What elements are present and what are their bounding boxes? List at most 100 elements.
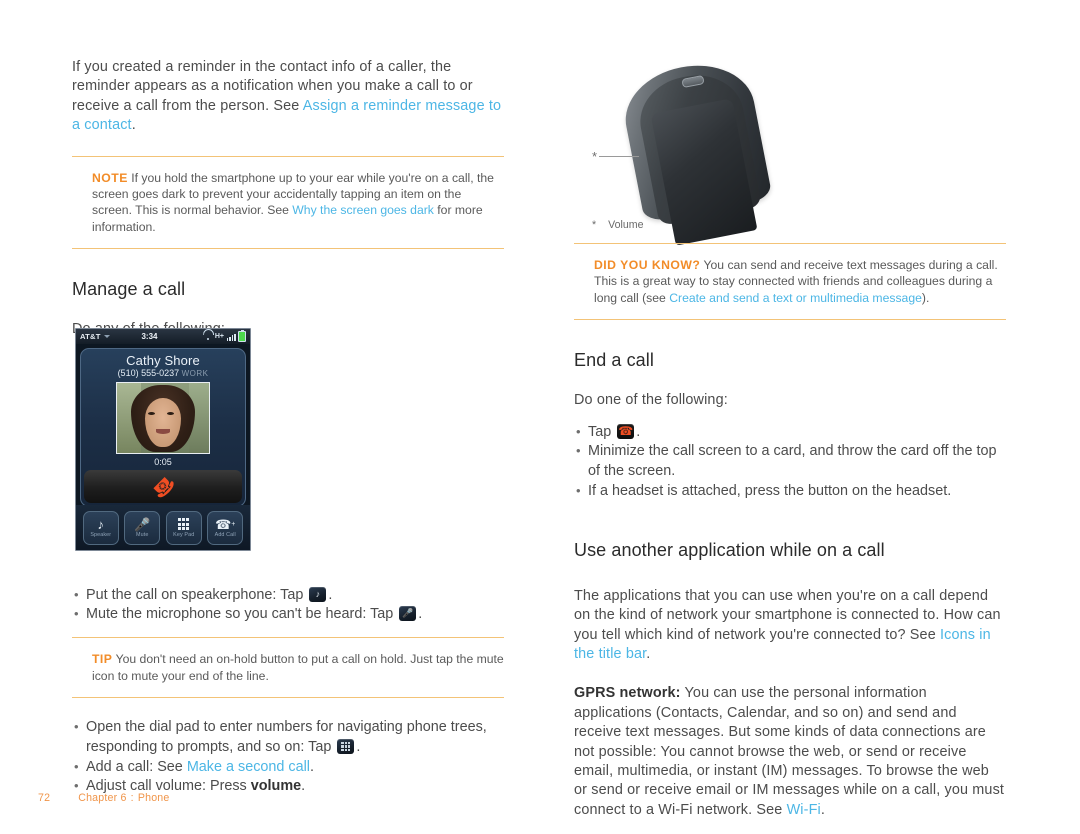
list-item: Tap ☎. (574, 422, 1006, 443)
list-item: Open the dial pad to enter numbers for n… (72, 717, 504, 758)
keypad-button[interactable]: Key Pad (165, 510, 202, 545)
link-make-second-call[interactable]: Make a second call (187, 759, 310, 775)
bullet5-bold: volume (250, 778, 302, 795)
caption-marker: * (592, 219, 597, 231)
mute-icon: 🎤 (399, 606, 417, 622)
footer-chapter: Chapter 6 (78, 792, 127, 804)
paragraph-network-kind: The applications that you can use when y… (574, 587, 1006, 665)
list-item: Mute the microphone so you can't be hear… (72, 604, 504, 625)
speaker-label: Speaker (90, 532, 112, 538)
p1-text-before: The applications that you can use when y… (574, 587, 1001, 643)
status-icons: H+ (203, 330, 246, 342)
mute-button[interactable]: 🎤 Mute (124, 510, 161, 545)
end-call-icon: ☎ (147, 470, 179, 503)
network-type-label: H+ (214, 333, 224, 340)
footer-section: Phone (137, 792, 170, 804)
p1-text-after: . (646, 646, 651, 663)
endbullet1-text-after: . (636, 423, 641, 440)
caller-number-type: WORK (181, 369, 209, 378)
clock-label: 3:34 (141, 332, 158, 341)
active-call-card: Cathy Shore (510) 555-0237 WORK 0:05 ☎ (80, 348, 246, 507)
footer-separator: : (130, 792, 134, 804)
p2-text-before: You can use the personal information app… (574, 685, 1005, 818)
bullet-list-manage-1: Put the call on speakerphone: Tap ♪. Mut… (72, 585, 504, 626)
page-footer: 72 Chapter 6: Phone (38, 792, 170, 804)
bullet-list-manage-2: Open the dial pad to enter numbers for n… (72, 717, 504, 797)
bullet5-text-after: . (301, 778, 306, 795)
dyk-text-after: ). (921, 290, 930, 305)
figure-caption: * Volume (592, 219, 643, 231)
bullet4-text-after: . (310, 758, 314, 775)
caller-number-line: (510) 555-0237 WORK (118, 368, 209, 378)
manual-page: If you created a reminder in the contact… (0, 0, 1080, 834)
device-bezel (632, 67, 763, 246)
list-item: Add a call: See Make a second call. (72, 757, 504, 778)
callout-leader-line (599, 156, 640, 157)
note-label: NOTE (92, 170, 128, 185)
list-item: Put the call on speakerphone: Tap ♪. (72, 585, 504, 606)
link-why-screen-dark[interactable]: Why the screen goes dark (292, 203, 434, 217)
paragraph-gprs-network: GPRS network: You can use the personal i… (574, 684, 1006, 820)
keypad-label: Key Pad (173, 532, 195, 538)
bullet-list-end-call: Tap ☎. Minimize the call screen to a car… (574, 422, 1006, 502)
device-photo-figure: * (592, 54, 792, 246)
right-column: DID YOU KNOW? You can send and receive t… (574, 243, 1006, 820)
lead-in-end-call: Do one of the following: (574, 392, 728, 409)
speaker-icon: ♪ (309, 586, 327, 602)
end-call-icon: ☎ (617, 423, 635, 439)
bullet1-text-before: Put the call on speakerphone: Tap (86, 586, 308, 603)
list-item: Minimize the call screen to a card, and … (574, 441, 1006, 482)
intro-paragraph: If you created a reminder in the contact… (72, 58, 504, 136)
bullet2-text-before: Mute the microphone so you can't be hear… (86, 606, 398, 623)
intro-text-after: . (131, 117, 136, 134)
end-call-button[interactable]: ☎ (84, 470, 242, 503)
call-screen-screenshot: AT&T 3:34 H+ Cathy Shore (510) 555-0237 … (75, 328, 251, 551)
tip-label: TIP (92, 652, 113, 667)
caller-number: (510) 555-0237 (117, 368, 180, 378)
tip-box: TIP You don't need an on-hold button to … (72, 638, 504, 697)
caption-label: Volume (608, 219, 644, 231)
bullet2-text-after: . (418, 606, 423, 623)
mute-label: Mute (136, 532, 149, 538)
add-call-icon: ☎ + (215, 516, 236, 532)
heading-manage-a-call: Manage a call (72, 279, 186, 300)
bullet3-text-before: Open the dial pad to enter numbers for n… (86, 719, 487, 755)
call-duration: 0:05 (154, 457, 172, 467)
endbullet1-text-before: Tap (588, 423, 616, 440)
tip-text: You don't need an on-hold button to put … (92, 652, 504, 683)
did-you-know-box: DID YOU KNOW? You can send and receive t… (574, 244, 1006, 319)
keypad-icon (178, 517, 190, 531)
bullet4-text-before: Add a call: See (86, 758, 187, 775)
caller-name: Cathy Shore (126, 353, 200, 368)
wifi-icon (203, 333, 212, 340)
heading-end-a-call: End a call (574, 350, 654, 371)
add-call-button[interactable]: ☎ + Add Call (207, 510, 244, 545)
volume-callout: * (592, 150, 640, 163)
p2-text-after: . (820, 801, 825, 818)
link-create-send-message[interactable]: Create and send a text or multimedia mes… (669, 291, 922, 305)
phone-status-bar: AT&T 3:34 H+ (76, 329, 250, 344)
page-number: 72 (38, 792, 51, 804)
link-wifi[interactable]: Wi-Fi (787, 802, 821, 818)
did-you-know-label: DID YOU KNOW? (594, 258, 701, 272)
call-controls-dock: ♪ Speaker 🎤 Mute Key Pad ☎ + Add Call (76, 505, 250, 550)
note-box: NOTE If you hold the smartphone up to yo… (72, 157, 504, 249)
battery-icon (238, 330, 246, 342)
caller-photo (116, 382, 210, 454)
device-screen (650, 98, 758, 246)
speaker-button[interactable]: ♪ Speaker (82, 510, 119, 545)
heading-use-another-application: Use another application while on a call (574, 539, 885, 560)
gprs-label: GPRS network: (574, 685, 681, 702)
bullet3-text-after: . (356, 738, 361, 755)
